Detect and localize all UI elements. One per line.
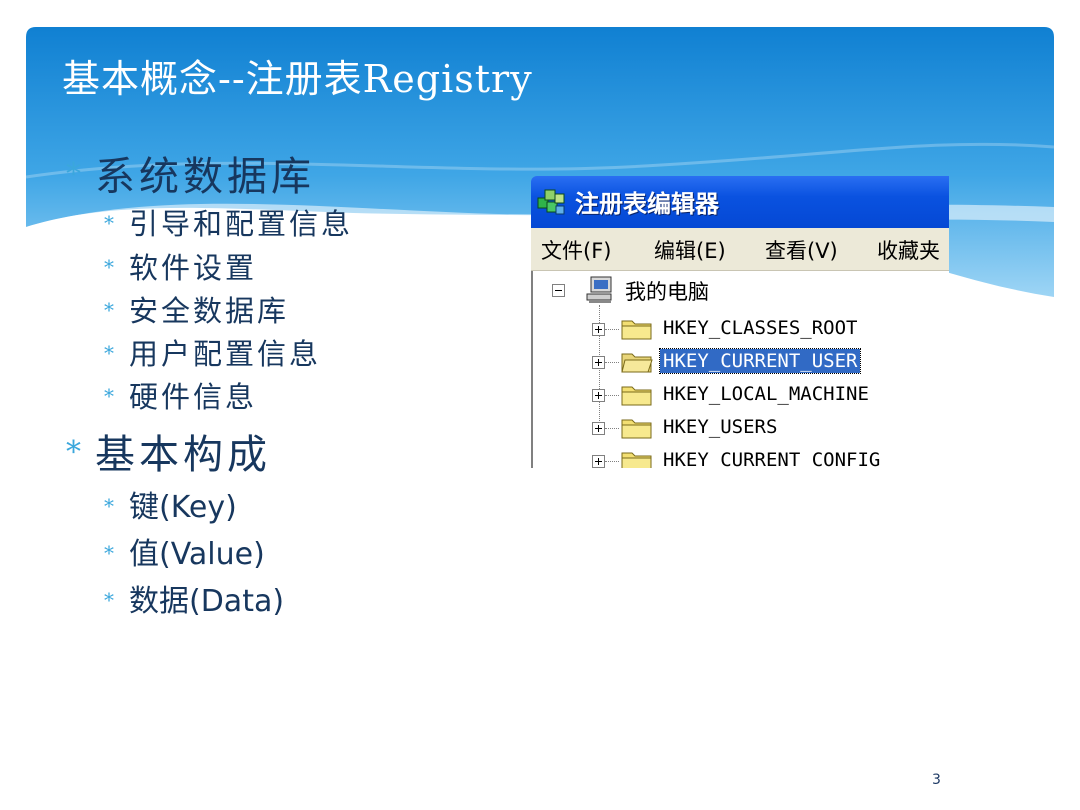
expand-plus-icon[interactable] (592, 323, 605, 336)
bullet-star-icon: * (104, 384, 117, 408)
page-number: 3 (932, 772, 941, 788)
my-computer-label[interactable]: 我的电脑 (625, 276, 709, 306)
bullet-text: 硬件信息 (129, 380, 258, 414)
bullet-star-icon: * (104, 211, 117, 235)
registry-tree: 我的电脑 HKEY_CLASSES_ROOT HKEY_CURRENT_USER H… (531, 271, 949, 468)
bullet-text: 引导和配置信息 (129, 207, 354, 241)
bullet-item-level1: * 系统数据库 (66, 144, 315, 202)
bullet-star-icon: * (104, 494, 117, 518)
regedit-app-icon (537, 189, 565, 215)
folder-icon (621, 419, 652, 439)
tree-branch-line (605, 395, 619, 396)
bullet-item-level2: * 值(Value) (104, 529, 265, 573)
bullet-item-level2: * 安全数据库 (104, 288, 289, 330)
registry-key-hkey-current-config[interactable]: HKEY_CURRENT_CONFIG (660, 448, 883, 468)
bullet-star-icon: * (66, 157, 85, 192)
my-computer-icon (586, 276, 612, 303)
expand-plus-icon[interactable] (592, 389, 605, 402)
bullet-text: 键(Key) (129, 490, 237, 525)
bullet-text: 用户配置信息 (129, 337, 322, 371)
open-folder-icon (621, 353, 653, 373)
bullet-item-level2: * 用户配置信息 (104, 331, 321, 373)
bullet-item-level1: * 基本构成 (66, 422, 271, 480)
expand-plus-icon[interactable] (592, 356, 605, 369)
expand-plus-icon[interactable] (592, 422, 605, 435)
bullet-star-icon: * (104, 341, 117, 365)
tree-branch-line (605, 428, 619, 429)
menu-file[interactable]: 文件(F) (541, 235, 611, 265)
regedit-menubar: 文件(F) 编辑(E) 查看(V) 收藏夹 (531, 228, 949, 271)
registry-editor-screenshot: 注册表编辑器 文件(F) 编辑(E) 查看(V) 收藏夹 我的电脑 HKEY_C… (531, 176, 949, 468)
bullet-star-icon: * (104, 588, 117, 612)
slide-title: 基本概念--注册表Registry (62, 57, 533, 101)
regedit-titlebar: 注册表编辑器 (531, 176, 949, 228)
bullet-text: 值(Value) (129, 537, 265, 572)
menu-favorites[interactable]: 收藏夹 (877, 235, 940, 265)
regedit-window-title: 注册表编辑器 (575, 190, 719, 218)
tree-branch-line (605, 329, 619, 330)
folder-icon (621, 320, 652, 340)
bullet-item-level2: * 引导和配置信息 (104, 201, 353, 243)
tree-branch-line (605, 461, 619, 462)
tree-branch-line (605, 362, 619, 363)
bullet-text: 数据(Data) (129, 584, 285, 619)
bullet-item-level2: * 硬件信息 (104, 374, 257, 416)
bullet-star-icon: * (104, 298, 117, 322)
slide: 基本概念--注册表Registry * 系统数据库 * 引导和配置信息 * 软件设置 * 安全… (0, 0, 1080, 810)
bullet-text: 软件设置 (129, 251, 258, 285)
bullet-star-icon: * (66, 435, 85, 470)
registry-key-hkey-classes-root[interactable]: HKEY_CLASSES_ROOT (660, 316, 860, 340)
folder-icon (621, 386, 652, 406)
bullet-item-level2: * 软件设置 (104, 245, 257, 287)
bullet-item-level2: * 数据(Data) (104, 576, 284, 620)
bullet-text: 基本构成 (95, 432, 271, 478)
collapse-expander-icon[interactable] (552, 284, 565, 297)
bullet-text: 系统数据库 (95, 154, 315, 200)
registry-key-hkey-local-machine[interactable]: HKEY_LOCAL_MACHINE (660, 382, 872, 406)
bullet-item-level2: * 键(Key) (104, 482, 237, 526)
bullet-star-icon: * (104, 541, 117, 565)
menu-edit[interactable]: 编辑(E) (654, 235, 726, 265)
expand-plus-icon[interactable] (592, 455, 605, 468)
bullet-text: 安全数据库 (129, 294, 290, 328)
registry-key-hkey-users[interactable]: HKEY_USERS (660, 415, 780, 439)
folder-icon (621, 452, 652, 468)
bullet-star-icon: * (104, 255, 117, 279)
menu-view[interactable]: 查看(V) (765, 235, 838, 265)
registry-key-hkey-current-user[interactable]: HKEY_CURRENT_USER (658, 348, 862, 374)
